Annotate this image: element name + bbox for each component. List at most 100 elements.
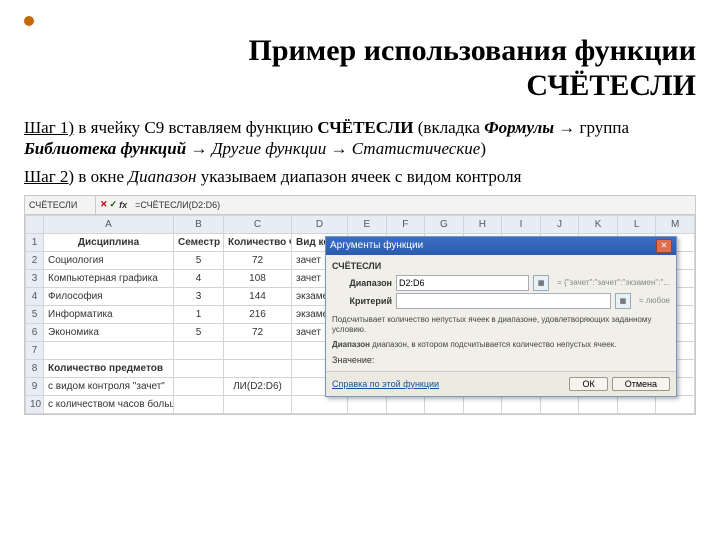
cell[interactable]: 72 — [224, 251, 292, 269]
criteria-label: Критерий — [332, 296, 392, 306]
name-box[interactable]: СЧЁТЕСЛИ — [25, 196, 96, 214]
cell[interactable]: Количество предметов — [44, 359, 174, 377]
column-header[interactable]: H — [463, 215, 502, 233]
formula-input[interactable]: =СЧЁТЕСЛИ(D2:D6) — [131, 200, 224, 210]
dialog-body: СЧЁТЕСЛИ Диапазон ▦ = {"зачет":"зачет":"… — [326, 255, 676, 371]
cell[interactable] — [174, 341, 224, 359]
cell[interactable]: 1 — [174, 305, 224, 323]
step2-label: Шаг 2) — [24, 167, 74, 186]
column-header[interactable]: A — [44, 215, 174, 233]
cell[interactable] — [540, 395, 579, 413]
criteria-hint: = любое — [639, 296, 670, 305]
cell[interactable]: 5 — [174, 323, 224, 341]
cell[interactable]: 144 — [224, 287, 292, 305]
cell[interactable]: Экономика — [44, 323, 174, 341]
cell[interactable]: Информатика — [44, 305, 174, 323]
row-header[interactable]: 5 — [26, 305, 44, 323]
cell[interactable] — [224, 395, 292, 413]
dialog-title-text: Аргументы функции — [330, 240, 423, 251]
cell[interactable] — [617, 395, 656, 413]
step-2-text: Шаг 2) в окне Диапазон указываем диапазо… — [24, 166, 696, 187]
cancel-icon[interactable]: ✕ — [100, 199, 108, 210]
cell[interactable]: с количеством часов больше 100 — [44, 395, 174, 413]
criteria-input[interactable] — [396, 293, 611, 309]
column-header[interactable]: F — [386, 215, 425, 233]
dialog-function-name: СЧЁТЕСЛИ — [332, 261, 670, 271]
criteria-field: Критерий ▦ = любое — [332, 293, 670, 309]
cell[interactable] — [292, 395, 348, 413]
cell[interactable] — [174, 377, 224, 395]
cell[interactable] — [44, 341, 174, 359]
title-line1: Пример использования функции — [249, 34, 697, 67]
cell[interactable]: с видом контроля "зачет" — [44, 377, 174, 395]
formula-bar: СЧЁТЕСЛИ ✕ ✓ fx =СЧЁТЕСЛИ(D2:D6) — [25, 196, 695, 215]
cell[interactable]: 108 — [224, 269, 292, 287]
row-header[interactable]: 9 — [26, 377, 44, 395]
cell[interactable] — [502, 395, 541, 413]
cell[interactable]: Количество часов — [224, 233, 292, 251]
cell[interactable] — [425, 395, 464, 413]
cell[interactable]: 72 — [224, 323, 292, 341]
slide-bullet — [24, 16, 34, 26]
cell[interactable] — [579, 395, 618, 413]
dialog-footer: Справка по этой функции ОК Отмена — [326, 371, 676, 396]
cell[interactable] — [463, 395, 502, 413]
column-header[interactable]: B — [174, 215, 224, 233]
cell[interactable]: 3 — [174, 287, 224, 305]
close-icon[interactable]: ✕ — [656, 239, 672, 253]
row-header[interactable]: 8 — [26, 359, 44, 377]
enter-icon[interactable]: ✓ — [110, 199, 118, 210]
column-header[interactable]: G — [425, 215, 464, 233]
ok-button[interactable]: ОК — [569, 377, 607, 391]
cell[interactable]: Компьютерная графика — [44, 269, 174, 287]
column-header[interactable]: E — [348, 215, 387, 233]
cell[interactable] — [224, 341, 292, 359]
row-header[interactable]: 2 — [26, 251, 44, 269]
column-header[interactable]: D — [292, 215, 348, 233]
cell[interactable] — [348, 395, 387, 413]
column-header[interactable]: K — [579, 215, 618, 233]
slide-title: Пример использования функции СЧЁТЕСЛИ — [24, 34, 696, 103]
cell[interactable]: Дисциплина — [44, 233, 174, 251]
row-header[interactable]: 10 — [26, 395, 44, 413]
column-header[interactable]: I — [502, 215, 541, 233]
row-header[interactable]: 4 — [26, 287, 44, 305]
excel-screenshot: СЧЁТЕСЛИ ✕ ✓ fx =СЧЁТЕСЛИ(D2:D6) ABCDEFG… — [24, 195, 696, 415]
corner-cell[interactable] — [26, 215, 44, 233]
column-header[interactable]: M — [656, 215, 695, 233]
row-header[interactable]: 6 — [26, 323, 44, 341]
cell[interactable] — [174, 359, 224, 377]
dialog-titlebar[interactable]: Аргументы функции ✕ — [326, 237, 676, 255]
cell[interactable]: Семестр — [174, 233, 224, 251]
cell[interactable]: Философия — [44, 287, 174, 305]
step-1-text: Шаг 1) в ячейку C9 вставляем функцию СЧЁ… — [24, 117, 696, 160]
fx-icon[interactable]: fx — [119, 200, 127, 210]
step1-label: Шаг 1) — [24, 118, 74, 137]
title-line2: СЧЁТЕСЛИ — [526, 69, 696, 102]
range-input[interactable] — [396, 275, 529, 291]
column-header[interactable]: J — [540, 215, 579, 233]
collapse-dialog-icon[interactable]: ▦ — [533, 275, 549, 291]
row-header[interactable]: 1 — [26, 233, 44, 251]
cancel-button[interactable]: Отмена — [612, 377, 670, 391]
row-header[interactable]: 3 — [26, 269, 44, 287]
column-header[interactable]: C — [224, 215, 292, 233]
column-header[interactable]: L — [617, 215, 656, 233]
range-hint: = {"зачет":"зачет":"экзамен":"... — [557, 278, 670, 287]
cell[interactable] — [174, 395, 224, 413]
help-link[interactable]: Справка по этой функции — [332, 379, 439, 389]
formula-controls: ✕ ✓ fx — [96, 199, 131, 210]
function-description: Подсчитывает количество непустых ячеек в… — [332, 315, 670, 336]
cell[interactable] — [224, 359, 292, 377]
cell[interactable]: 4 — [174, 269, 224, 287]
collapse-dialog-icon[interactable]: ▦ — [615, 293, 631, 309]
cell[interactable] — [656, 395, 695, 413]
cell[interactable]: ЛИ(D2:D6) — [224, 377, 292, 395]
cell[interactable]: 216 — [224, 305, 292, 323]
dialog-buttons: ОК Отмена — [569, 377, 670, 391]
cell[interactable]: Социология — [44, 251, 174, 269]
arg-description: Диапазон диапазон, в котором подсчитывае… — [332, 340, 670, 349]
row-header[interactable]: 7 — [26, 341, 44, 359]
cell[interactable] — [386, 395, 425, 413]
cell[interactable]: 5 — [174, 251, 224, 269]
